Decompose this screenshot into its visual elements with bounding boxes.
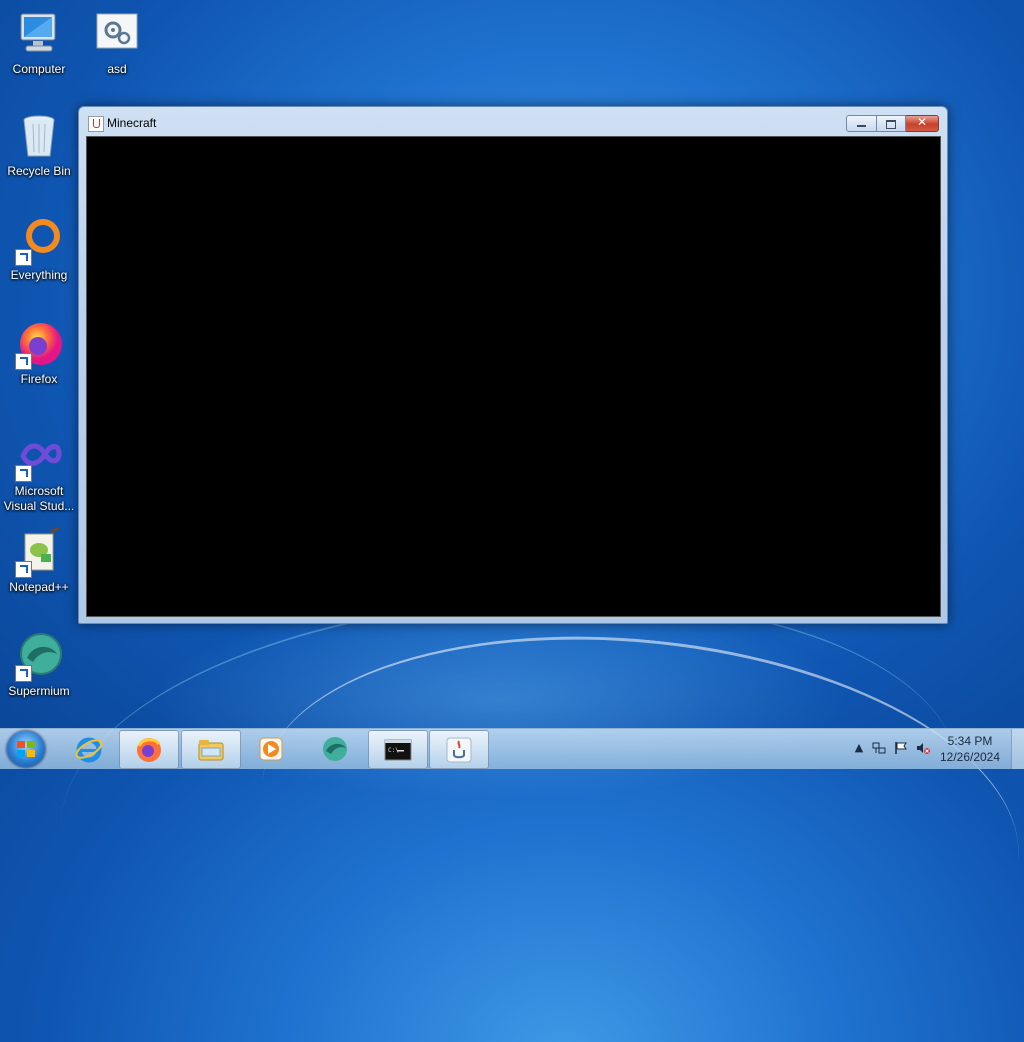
system-clock[interactable]: 5:34 PM 12/26/2024 xyxy=(930,733,1010,765)
window-title: Minecraft xyxy=(107,116,157,130)
taskbar-item-explorer[interactable] xyxy=(181,730,241,769)
everything-icon xyxy=(15,216,63,266)
firefox-icon xyxy=(15,320,63,370)
supermium-icon xyxy=(321,735,349,763)
desktop-icon-label: Supermium xyxy=(8,684,70,698)
firefox-icon xyxy=(135,736,163,764)
clock-date: 12/26/2024 xyxy=(939,750,1001,764)
taskbar-item-media-player[interactable] xyxy=(242,730,300,767)
network-icon[interactable] xyxy=(872,741,886,755)
shortcut-arrow-icon xyxy=(15,665,32,682)
visual-studio-icon xyxy=(15,432,63,482)
desktop-icon-asd[interactable]: asd xyxy=(78,10,156,77)
folder-icon xyxy=(197,736,225,764)
ie-icon xyxy=(75,735,103,763)
close-icon: ✕ xyxy=(916,115,928,129)
minimize-button[interactable] xyxy=(846,115,877,132)
window-content-area[interactable] xyxy=(86,136,941,617)
show-hidden-icons-button[interactable]: ▲ xyxy=(852,741,866,755)
recycle-bin-icon xyxy=(15,112,63,160)
taskbar-item-internet-explorer[interactable] xyxy=(60,730,118,767)
window-controls: ✕ xyxy=(846,115,939,132)
desktop-icon-label: Computer xyxy=(12,62,66,76)
taskbar: C:\ ▲ 5:34 PM 12/26/2024 xyxy=(0,728,1024,769)
volume-muted-icon[interactable] xyxy=(916,741,930,755)
shortcut-arrow-icon xyxy=(15,353,32,370)
taskbar-item-java[interactable] xyxy=(429,730,489,769)
desktop-icon-supermium[interactable]: Supermium xyxy=(0,632,78,699)
settings-file-icon xyxy=(93,10,141,58)
desktop-icon-computer[interactable]: Computer xyxy=(0,10,78,77)
java-icon xyxy=(445,736,473,764)
close-button[interactable]: ✕ xyxy=(906,115,939,132)
shortcut-arrow-icon xyxy=(15,561,32,578)
desktop-icon-firefox[interactable]: Firefox xyxy=(0,320,78,387)
show-desktop-button[interactable] xyxy=(1011,729,1024,769)
java-icon xyxy=(88,116,104,132)
desktop-icon-visual-studio[interactable]: Microsoft Visual Stud... xyxy=(0,432,78,514)
desktop-icon-label: Microsoft Visual Stud... xyxy=(3,484,75,513)
notification-area: ▲ 5:34 PM 12/26/2024 xyxy=(834,729,1024,769)
computer-icon xyxy=(15,10,63,58)
supermium-icon xyxy=(15,632,63,682)
desktop-icon-label: Recycle Bin xyxy=(7,164,71,178)
maximize-button[interactable] xyxy=(877,115,906,132)
action-center-flag-icon[interactable] xyxy=(894,741,908,755)
cmd-icon: C:\ xyxy=(384,736,412,764)
desktop-icon-recycle-bin[interactable]: Recycle Bin xyxy=(0,112,78,179)
desktop-icon-label: Firefox xyxy=(20,372,58,386)
desktop-icon-notepadpp[interactable]: Notepad++ xyxy=(0,526,78,595)
taskbar-item-command-prompt[interactable]: C:\ xyxy=(368,730,428,769)
notepadpp-icon xyxy=(15,526,63,578)
desktop-icon-everything[interactable]: Everything xyxy=(0,216,78,283)
desktop-icon-label: Notepad++ xyxy=(9,580,69,594)
start-button[interactable] xyxy=(7,731,45,767)
shortcut-arrow-icon xyxy=(15,249,32,266)
clock-time: 5:34 PM xyxy=(947,734,993,748)
taskbar-item-firefox[interactable] xyxy=(119,730,179,769)
shortcut-arrow-icon xyxy=(15,465,32,482)
media-player-icon xyxy=(257,735,285,763)
desktop-icon-label: asd xyxy=(107,62,127,76)
taskbar-item-supermium[interactable] xyxy=(306,730,364,767)
desktop-icon-label: Everything xyxy=(10,268,68,282)
minecraft-window[interactable]: Minecraft ✕ xyxy=(78,106,948,624)
